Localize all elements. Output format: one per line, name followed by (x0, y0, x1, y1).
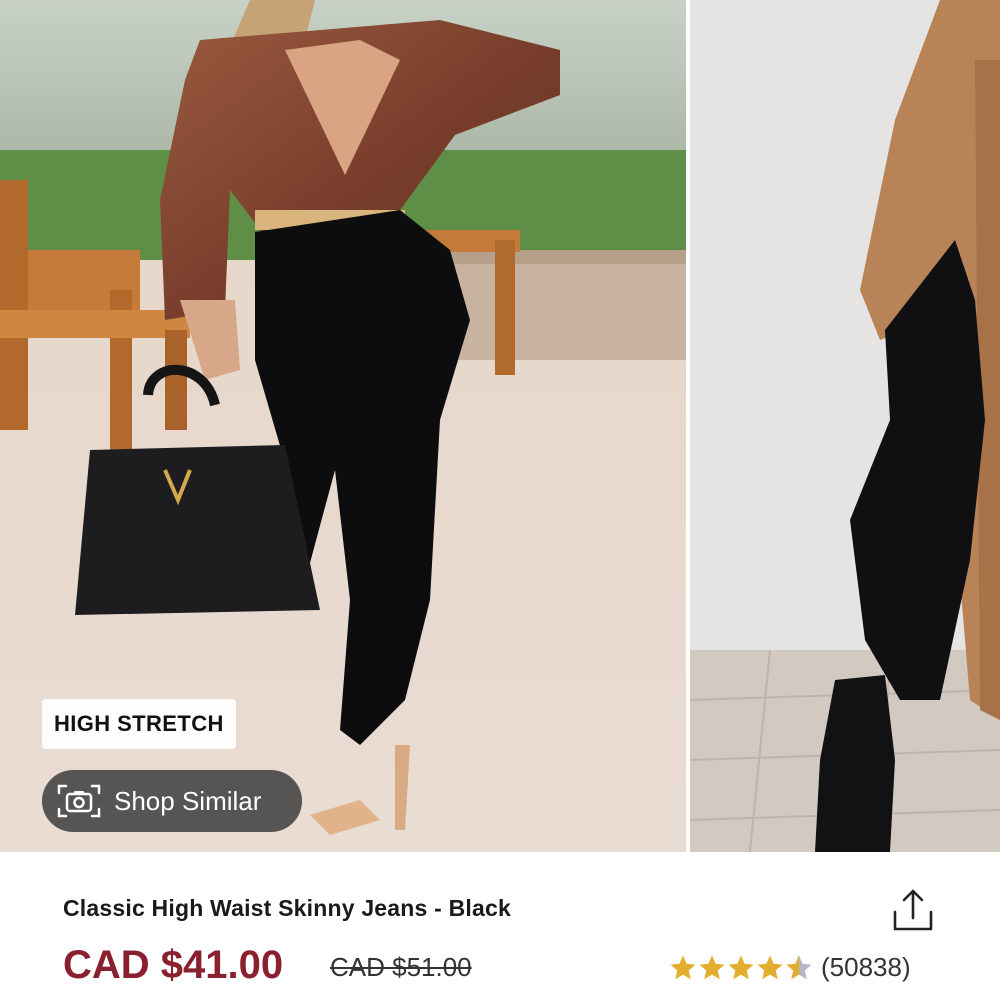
star-half-icon (786, 955, 812, 979)
star-icon (757, 955, 783, 979)
product-image-main[interactable]: HIGH STRETCH Shop Similar (0, 0, 686, 852)
star-icon (699, 955, 725, 979)
product-photo-next (690, 0, 1000, 852)
review-count: (50838) (821, 952, 911, 982)
shop-similar-button[interactable]: Shop Similar (42, 770, 302, 832)
camera-scan-icon (57, 784, 101, 818)
high-stretch-badge: HIGH STRETCH (42, 699, 236, 749)
shop-similar-label: Shop Similar (114, 785, 262, 816)
product-image-next[interactable] (690, 0, 1000, 852)
star-icon (728, 955, 754, 979)
share-icon (893, 889, 933, 931)
product-title: Classic High Waist Skinny Jeans - Black (63, 895, 511, 921)
product-image-gallery[interactable]: HIGH STRETCH Shop Similar (0, 0, 1000, 852)
share-button[interactable] (887, 885, 939, 937)
current-price: CAD $41.00 (63, 943, 284, 987)
original-price: CAD $51.00 (330, 952, 472, 982)
product-info: Classic High Waist Skinny Jeans - Black … (0, 852, 1000, 1000)
rating-summary[interactable]: (50838) (668, 952, 911, 983)
star-icon (670, 955, 696, 979)
star-rating (668, 953, 813, 983)
